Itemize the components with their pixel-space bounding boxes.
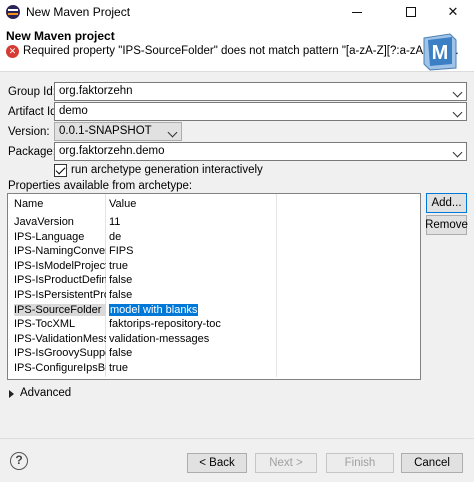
table-row[interactable]: IPS-ConfigureIpsBuildtrue (8, 362, 420, 376)
close-icon: ✕ (447, 4, 459, 19)
property-value: 11 (109, 216, 121, 228)
chevron-down-icon (452, 87, 463, 98)
group-id-label: Group Id: (8, 86, 56, 98)
property-value: model with blanks (109, 303, 199, 316)
chevron-down-icon (167, 127, 178, 138)
advanced-toggle[interactable]: Advanced (20, 387, 71, 399)
property-value: false (109, 347, 133, 360)
close-button[interactable]: ✕ (430, 0, 474, 24)
property-name: IPS-IsModelProject (14, 259, 106, 272)
property-name: IPS-NamingConvent... (14, 245, 106, 258)
package-combo[interactable]: org.faktorzehn.demo (54, 142, 467, 161)
chevron-right-icon[interactable] (9, 390, 14, 398)
table-row[interactable]: IPS-SourceFolder model with blanks (8, 303, 420, 318)
property-value: false (109, 274, 133, 287)
artifact-id-combo[interactable]: demo (54, 102, 467, 121)
banner-letter: M (432, 42, 449, 64)
title-bar: New Maven Project ✕ (0, 0, 474, 24)
property-name: IPS-IsProductDefiniti... (14, 274, 106, 287)
property-name: IPS-IsGroovySupport (14, 347, 106, 360)
chevron-down-icon (452, 147, 463, 158)
property-value-cell[interactable]: false (109, 347, 274, 359)
version-value: 0.0.1-SNAPSHOT (59, 125, 152, 137)
error-message: Required property "IPS-SourceFolder" doe… (23, 45, 459, 57)
property-value: true (109, 259, 128, 272)
run-interactive-label[interactable]: run archetype generation interactively (71, 164, 263, 176)
property-value-cell[interactable]: false (109, 289, 274, 301)
property-value-cell[interactable]: de (109, 231, 274, 243)
table-row[interactable]: IPS-IsGroovySupportfalse (8, 347, 420, 361)
table-row[interactable]: IPS-TocXML faktorips-repository-toc (8, 318, 420, 332)
property-value-cell[interactable]: true (109, 362, 274, 374)
eclipse-app-icon (6, 5, 20, 19)
wizard-header: New Maven project ✕ Required property "I… (0, 24, 474, 72)
column-header-value[interactable]: Value (109, 198, 136, 210)
property-value: false (109, 289, 133, 301)
help-icon[interactable]: ? (10, 452, 28, 470)
chevron-down-icon (452, 107, 463, 118)
property-value: validation-messages (109, 332, 210, 345)
table-row[interactable]: IPS-IsModelProject true (8, 260, 420, 274)
maximize-button[interactable] (388, 0, 434, 24)
property-value-cell[interactable]: validation-messages (109, 333, 274, 345)
property-value-cell[interactable]: FIPS (109, 245, 274, 257)
property-name: IPS-Language (14, 230, 85, 243)
properties-label: Properties available from archetype: (8, 180, 193, 192)
property-name: IPS-ValidationMessa... (14, 332, 106, 345)
property-name: JavaVersion (14, 216, 74, 228)
package-label: Package: (8, 146, 56, 158)
package-value: org.faktorzehn.demo (59, 145, 165, 157)
table-row[interactable]: JavaVersion 11 (8, 216, 420, 230)
error-icon: ✕ (6, 45, 19, 58)
property-value: de (109, 230, 122, 243)
property-name: IPS-ConfigureIpsBuild (14, 362, 106, 374)
group-id-combo[interactable]: org.faktorzehn (54, 82, 467, 101)
properties-table[interactable]: Name Value JavaVersion 11 IPS-Language de IP… (7, 193, 421, 380)
window-title: New Maven Project (26, 5, 131, 19)
property-name: IPS-IsPersistentProject (14, 289, 106, 301)
add-button[interactable]: Add... (426, 193, 467, 213)
next-button[interactable]: Next > (255, 453, 317, 473)
property-value-cell[interactable]: model with blanks (109, 303, 274, 316)
property-value-cell[interactable]: 11 (109, 216, 274, 228)
property-value-cell[interactable]: faktorips-repository-toc (109, 318, 274, 330)
finish-button[interactable]: Finish (326, 453, 394, 473)
column-header-name[interactable]: Name (14, 198, 43, 210)
cancel-button[interactable]: Cancel (401, 453, 463, 473)
table-row[interactable]: IPS-IsProductDefiniti...false (8, 274, 420, 288)
property-value: faktorips-repository-toc (109, 318, 221, 331)
minimize-icon (352, 11, 362, 13)
version-select[interactable]: 0.0.1-SNAPSHOT (54, 122, 182, 141)
table-row[interactable]: IPS-IsPersistentProjectfalse (8, 289, 420, 303)
maven-banner-icon: M (423, 33, 457, 71)
table-row[interactable]: IPS-ValidationMessa...validation-message… (8, 333, 420, 347)
property-name: IPS-TocXML (14, 318, 76, 331)
group-id-value: org.faktorzehn (59, 85, 133, 97)
footer-divider (0, 438, 474, 439)
property-name: IPS-SourceFolder (14, 303, 106, 316)
table-row[interactable]: IPS-NamingConvent...FIPS (8, 245, 420, 259)
remove-button[interactable]: Remove (425, 215, 468, 235)
back-button[interactable]: < Back (187, 453, 247, 473)
maximize-icon (406, 7, 416, 17)
property-value: FIPS (109, 245, 134, 258)
run-interactive-checkbox[interactable] (54, 164, 67, 177)
wizard-title: New Maven project (6, 29, 115, 43)
property-value: true (109, 362, 128, 374)
version-label: Version: (8, 126, 50, 138)
property-value-cell[interactable]: true (109, 260, 274, 272)
property-value-cell[interactable]: false (109, 274, 274, 286)
minimize-button[interactable] (334, 0, 380, 24)
table-row[interactable]: IPS-Language de (8, 231, 420, 245)
artifact-id-value: demo (59, 105, 88, 117)
artifact-id-label: Artifact Id: (8, 106, 60, 118)
